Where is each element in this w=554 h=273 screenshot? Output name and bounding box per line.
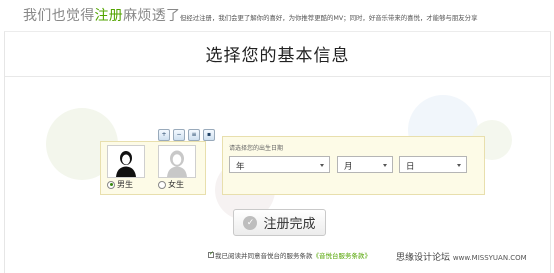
male-radio[interactable]: [107, 180, 115, 189]
terms-checkbox[interactable]: [208, 250, 214, 258]
terms-agreement: 我已阅读并同意音悦台的服务条款 《音悦台服务条款》: [208, 250, 371, 260]
month-select-value: 月: [344, 162, 353, 172]
day-select-value: 日: [406, 162, 415, 172]
birthdate-label: 请选择您的出生日期: [229, 145, 284, 152]
chevron-down-icon: [383, 164, 387, 167]
month-select[interactable]: 月: [337, 156, 393, 173]
check-circle-icon: ✓: [243, 215, 258, 230]
image-toolbar: + − ≡ ▪: [158, 129, 215, 141]
header-title-post: 麻烦透了: [123, 8, 181, 24]
watermark-cn: 思缘设计论坛: [396, 253, 451, 263]
birthdate-panel: 请选择您的出生日期 年 月 日: [222, 136, 485, 195]
header-bar: 我们也觉得注册麻烦透了 但经过注册，我们会更了解你的喜好，为你推荐更酷的MV；同…: [0, 0, 554, 30]
gender-selector: 男生 女生: [100, 141, 206, 195]
title-divider: [5, 76, 550, 77]
header-description: 但经过注册，我们会更了解你的喜好，为你推荐更酷的MV；同时，好音乐带来的喜悦，才…: [180, 14, 478, 22]
watermark-en: www.MISSYUAN.COM: [452, 254, 527, 262]
card-title: 选择您的基本信息: [205, 46, 350, 66]
register-complete-button[interactable]: ✓ 注册完成: [233, 209, 326, 236]
print-icon[interactable]: ≡: [188, 129, 200, 141]
chevron-down-icon: [320, 164, 324, 167]
male-label: 男生: [117, 180, 133, 189]
female-label: 女生: [168, 180, 184, 189]
zoom-in-icon[interactable]: +: [158, 129, 170, 141]
watermark: 思缘设计论坛 www.MISSYUAN.COM: [396, 250, 527, 263]
register-complete-label: 注册完成: [263, 217, 316, 232]
terms-text: 我已阅读并同意音悦台的服务条款: [215, 252, 313, 260]
zoom-out-icon[interactable]: −: [173, 129, 185, 141]
female-radio[interactable]: [158, 180, 166, 189]
save-icon[interactable]: ▪: [203, 129, 215, 141]
female-avatar[interactable]: [158, 145, 196, 178]
year-select-value: 年: [236, 162, 245, 172]
male-avatar[interactable]: [107, 145, 145, 178]
header-title-pre: 我们也觉得: [23, 8, 95, 24]
chevron-down-icon: [457, 164, 461, 167]
female-radio-option[interactable]: 女生: [158, 179, 184, 190]
male-radio-option[interactable]: 男生: [107, 179, 133, 190]
year-select[interactable]: 年: [229, 156, 330, 173]
male-avatar-icon: [116, 151, 136, 177]
female-avatar-icon: [167, 150, 187, 177]
header-title-highlight: 注册: [94, 8, 124, 24]
header-title: 我们也觉得注册麻烦透了: [23, 5, 180, 25]
day-select[interactable]: 日: [399, 156, 467, 173]
terms-link[interactable]: 《音悦台服务条款》: [313, 250, 372, 260]
